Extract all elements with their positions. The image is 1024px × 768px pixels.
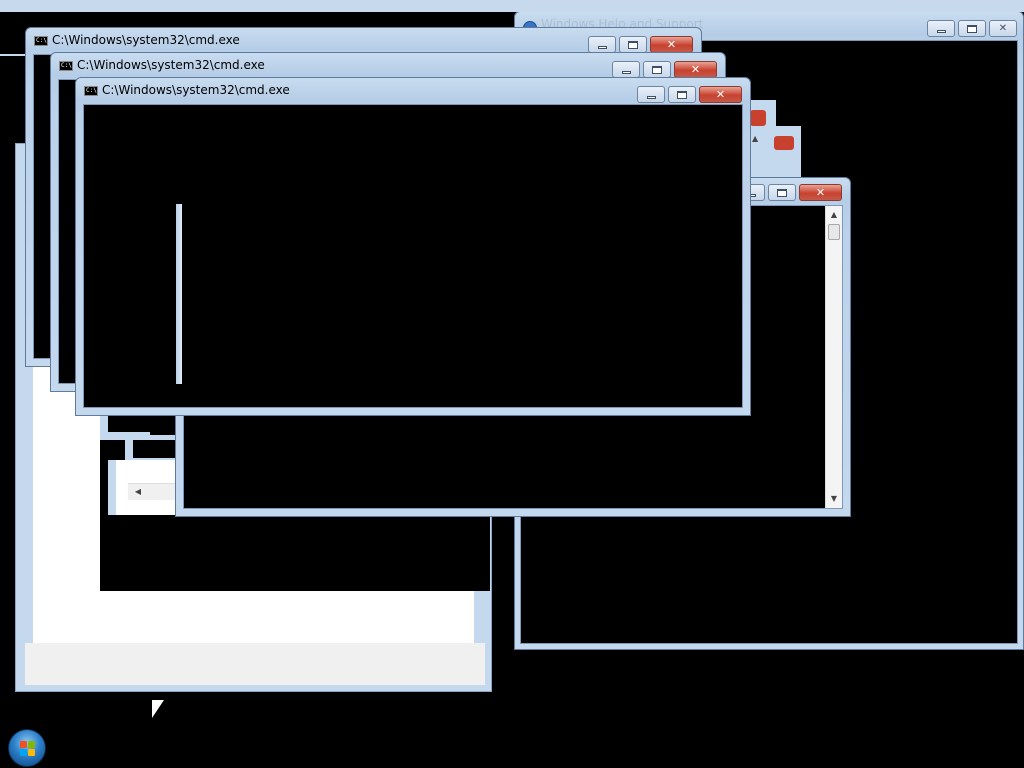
- background-window-top-edge-line: [0, 54, 26, 56]
- close-icon: ✕: [666, 38, 677, 51]
- close-button[interactable]: ✕: [674, 61, 717, 78]
- minimize-icon: [621, 71, 631, 74]
- close-icon: ✕: [690, 63, 701, 76]
- minimize-button[interactable]: [637, 86, 665, 103]
- stacked-window-edge-2-inner: [133, 440, 175, 458]
- maximize-icon: [967, 24, 977, 33]
- close-icon: ✕: [715, 88, 726, 101]
- start-button[interactable]: [8, 729, 46, 767]
- stacked-close-peek-1[interactable]: [750, 110, 766, 126]
- window-title: C:\Windows\system32\cmd.exe: [52, 33, 240, 47]
- maximize-icon: [652, 65, 662, 74]
- scroll-down-icon[interactable]: ▼: [826, 492, 842, 506]
- maximize-button[interactable]: [643, 61, 671, 78]
- maximize-button[interactable]: [668, 86, 696, 103]
- background-window-top-edge: [0, 0, 1024, 12]
- minimize-icon: [936, 30, 946, 33]
- minimize-icon: [597, 46, 607, 49]
- stacked-scroll-up-icon[interactable]: ▲: [752, 134, 758, 143]
- minimize-button[interactable]: [927, 20, 955, 37]
- scroll-up-icon[interactable]: ▲: [826, 208, 842, 222]
- windows-orb-icon: [20, 741, 36, 757]
- maximize-icon: [628, 40, 638, 49]
- close-button[interactable]: ✕: [650, 36, 693, 53]
- close-button[interactable]: ✕: [799, 184, 842, 201]
- mouse-cursor-icon: [152, 700, 164, 718]
- stacked-close-peek-2[interactable]: [774, 136, 794, 150]
- stacked-window-right-edge-2: [770, 126, 801, 180]
- flag-red: [20, 741, 27, 748]
- close-button[interactable]: ✕: [699, 86, 742, 103]
- minimize-button[interactable]: [588, 36, 616, 53]
- flag-yellow: [28, 749, 35, 756]
- stacked-window-edge-1-inner: [108, 414, 150, 432]
- scroll-left-icon[interactable]: ◀: [130, 485, 146, 499]
- cmd-icon: C:\: [34, 36, 48, 46]
- cmd-icon: C:\: [59, 61, 73, 71]
- scrollbar-thumb[interactable]: [828, 224, 840, 240]
- close-icon: ✕: [998, 23, 1008, 34]
- flag-green: [28, 741, 35, 748]
- maximize-button[interactable]: [619, 36, 647, 53]
- maximize-button[interactable]: [958, 20, 986, 37]
- window-title: C:\Windows\system32\cmd.exe: [102, 83, 290, 97]
- close-icon: ✕: [815, 186, 826, 199]
- background-window-left-footer: [25, 643, 485, 685]
- window-title: C:\Windows\system32\cmd.exe: [77, 58, 265, 72]
- maximize-button[interactable]: [768, 184, 796, 201]
- flag-blue: [20, 749, 27, 756]
- close-button[interactable]: ✕: [989, 20, 1017, 37]
- cmd-window-3-console: [83, 104, 743, 408]
- background-window-caption-buttons: ✕: [924, 20, 1017, 38]
- vertical-scrollbar[interactable]: ▲ ▼: [825, 206, 842, 508]
- stacked-window-hscroll: ◀: [128, 483, 176, 500]
- minimize-icon: [646, 96, 656, 99]
- cmd-icon: C:\: [84, 86, 98, 96]
- window-4-left-edge: [176, 204, 182, 384]
- maximize-icon: [677, 90, 687, 99]
- cmd-window-3-caption-buttons: ✕: [634, 86, 742, 104]
- maximize-icon: [777, 188, 787, 197]
- minimize-button[interactable]: [612, 61, 640, 78]
